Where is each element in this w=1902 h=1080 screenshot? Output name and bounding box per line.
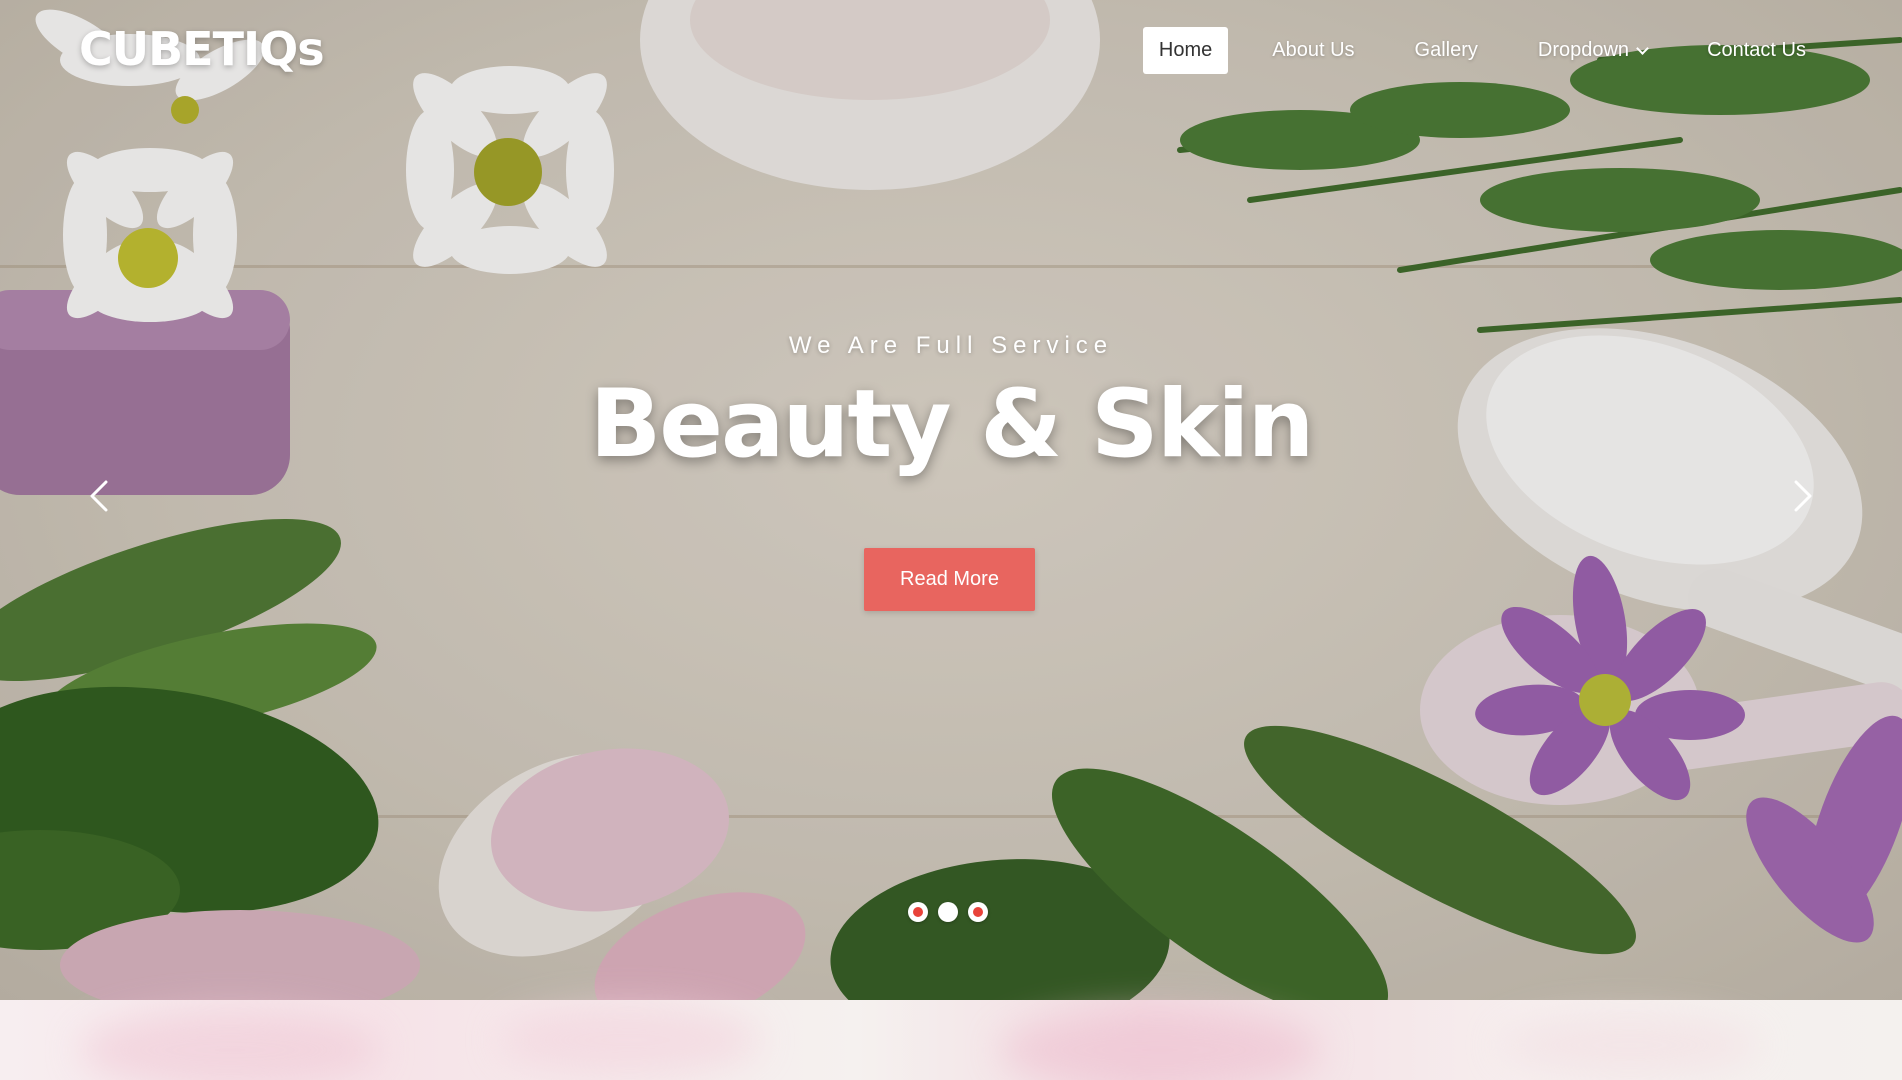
flower-blur: [500, 1005, 760, 1075]
nav-item-label: Gallery: [1414, 39, 1478, 61]
flower-blur: [1000, 1010, 1320, 1080]
nav-item-home[interactable]: Home: [1142, 27, 1229, 74]
chevron-left-icon[interactable]: [80, 476, 120, 516]
main-nav: Home About Us Gallery Dropdown Contact U…: [1142, 27, 1822, 74]
nav-item-contact-us[interactable]: Contact Us: [1691, 27, 1822, 74]
nav-item-about-us[interactable]: About Us: [1256, 27, 1370, 74]
flower-blur: [80, 1010, 380, 1080]
next-section-background: [0, 1000, 1902, 1080]
slider-pagination: [908, 902, 988, 922]
site-logo[interactable]: CUBETIQs: [79, 22, 325, 76]
slider-dot-2-active[interactable]: [938, 902, 958, 922]
chevron-right-icon[interactable]: [1782, 476, 1822, 516]
nav-item-gallery[interactable]: Gallery: [1399, 27, 1494, 74]
nav-item-label: Home: [1158, 39, 1213, 61]
chevron-down-icon: [1636, 41, 1649, 55]
read-more-button[interactable]: Read More: [864, 548, 1035, 611]
nav-item-label: Contact Us: [1707, 39, 1806, 61]
hero-kicker: We Are Full Service: [788, 332, 1114, 359]
hero-overlay: [0, 0, 1902, 1000]
site-header: CUBETIQs Home About Us Gallery Dropdown …: [0, 0, 1902, 100]
page: CUBETIQs Home About Us Gallery Dropdown …: [0, 0, 1902, 1080]
hero-slider: [0, 0, 1902, 1000]
nav-item-dropdown[interactable]: Dropdown: [1522, 27, 1663, 74]
flower-blur: [1500, 1015, 1760, 1075]
hero-headline: Beauty & Skin: [589, 370, 1315, 479]
slider-dot-3[interactable]: [968, 902, 988, 922]
nav-item-label: About Us: [1272, 39, 1355, 61]
slider-dot-1[interactable]: [908, 902, 928, 922]
nav-item-label: Dropdown: [1537, 39, 1630, 61]
